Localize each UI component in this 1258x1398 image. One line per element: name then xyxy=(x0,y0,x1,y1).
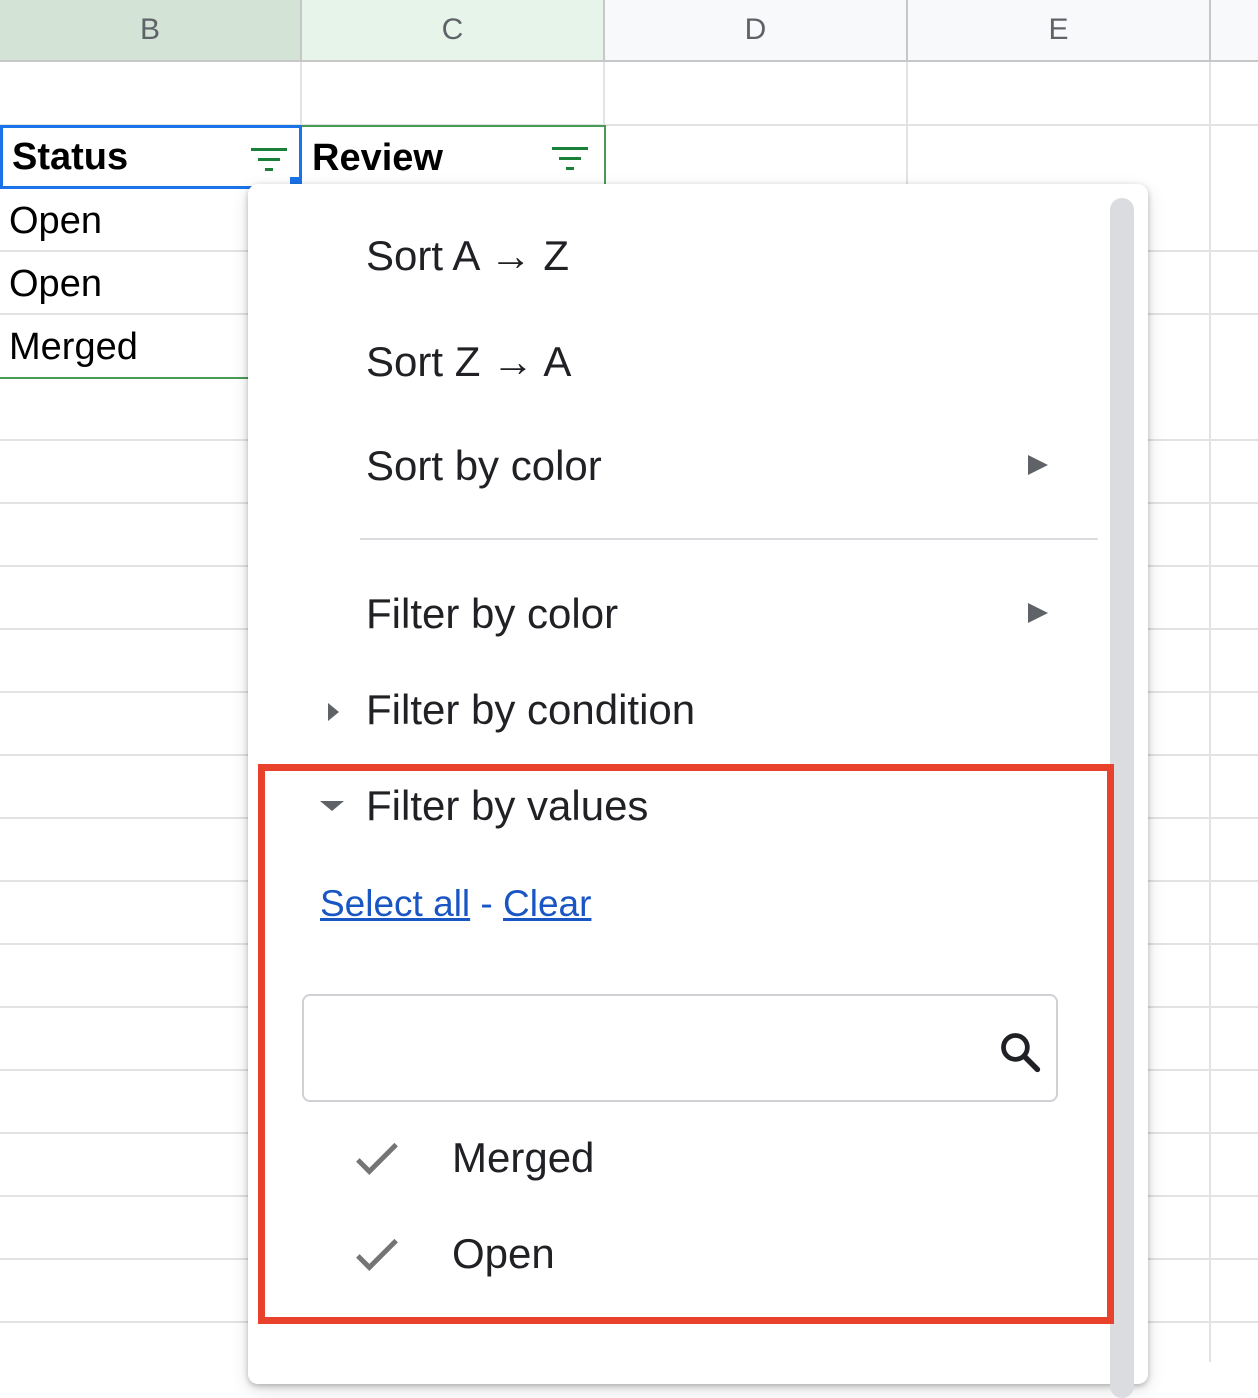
filter-by-color-label: Filter by color xyxy=(366,590,619,637)
review-filter-icon[interactable] xyxy=(550,145,590,173)
value-option-open[interactable]: Open xyxy=(348,1216,1048,1296)
status-filter-icon[interactable] xyxy=(249,146,289,174)
status-cell[interactable]: Open xyxy=(0,253,250,315)
filter-by-values-label: Filter by values xyxy=(366,782,649,829)
expand-right-icon xyxy=(328,703,339,721)
column-header-b[interactable]: B xyxy=(0,0,302,62)
collapse-down-icon xyxy=(320,801,344,811)
column-header-e[interactable]: E xyxy=(908,0,1211,62)
review-header-label: Review xyxy=(312,137,443,179)
menu-divider xyxy=(360,538,1098,540)
status-header-cell[interactable]: Status xyxy=(0,125,302,189)
select-all-link[interactable]: Select all xyxy=(320,883,470,924)
select-clear-links: Select all - Clear xyxy=(320,874,591,934)
submenu-arrow-icon xyxy=(1028,603,1048,623)
value-option-merged[interactable]: Merged xyxy=(348,1120,1048,1200)
link-separator: - xyxy=(480,883,493,924)
value-option-label: Open xyxy=(452,1230,555,1277)
status-cell[interactable]: Merged xyxy=(0,316,250,378)
value-search-input[interactable] xyxy=(322,1016,986,1082)
check-icon xyxy=(356,1238,398,1271)
sort-a-z-item[interactable]: Sort A → Z xyxy=(366,226,569,286)
filter-by-condition-label: Filter by condition xyxy=(366,686,696,733)
column-header-f[interactable] xyxy=(1211,0,1258,62)
filter-range-border xyxy=(0,377,250,379)
menu-scrollbar[interactable] xyxy=(1110,198,1134,1398)
sort-z-a-item[interactable]: Sort Z → A xyxy=(366,332,571,392)
search-icon[interactable] xyxy=(998,1030,1042,1074)
sort-by-color-label: Sort by color xyxy=(366,442,602,489)
review-header-cell[interactable]: Review xyxy=(302,125,606,187)
value-search-box[interactable] xyxy=(302,994,1058,1102)
status-header-label: Status xyxy=(12,136,129,178)
column-header-c[interactable]: C xyxy=(302,0,605,62)
filter-menu: Sort A → Z Sort Z → A Sort by color Filt… xyxy=(248,184,1148,1398)
column-header-d[interactable]: D xyxy=(605,0,908,62)
clear-link[interactable]: Clear xyxy=(503,883,591,924)
value-option-label: Merged xyxy=(452,1134,595,1181)
submenu-arrow-icon xyxy=(1028,455,1048,475)
check-icon xyxy=(356,1142,398,1175)
status-cell[interactable]: Open xyxy=(0,190,250,252)
